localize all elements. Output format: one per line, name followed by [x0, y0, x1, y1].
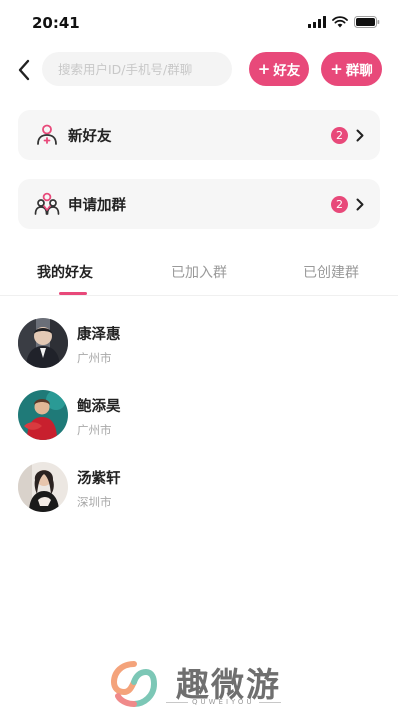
signal-icon: [308, 16, 326, 28]
active-tab-indicator: [59, 292, 87, 295]
watermark-sub-label: QUWEIYOU: [192, 698, 255, 706]
new-friend-badge: 2: [331, 126, 348, 144]
group-chat-label: 群聊: [345, 63, 373, 79]
friend-name: 汤紫轩: [77, 471, 121, 487]
watermark-subtext: QUWEIYOU: [166, 698, 296, 706]
group-icon: [34, 191, 60, 217]
watermark-logo: [110, 661, 158, 707]
list-item[interactable]: 汤紫轩 深圳市: [0, 456, 398, 516]
wifi-icon: [332, 16, 348, 28]
friend-city: 深圳市: [77, 495, 112, 509]
status-icons: [308, 16, 380, 28]
tab-bar: 我的好友 已加入群 已创建群: [0, 256, 398, 296]
friend-city: 广州市: [77, 351, 112, 365]
avatar: [18, 390, 68, 440]
add-friend-label: 好友: [273, 63, 301, 79]
add-friend-button[interactable]: + 好友: [249, 52, 309, 86]
tab-joined-groups[interactable]: 已加入群: [171, 262, 227, 282]
friend-city: 广州市: [77, 423, 112, 437]
list-item[interactable]: 康泽惠 广州市: [0, 312, 398, 372]
status-time: 20:41: [32, 14, 80, 32]
chevron-right-icon: [356, 129, 364, 142]
friend-name: 鲍添昊: [77, 399, 121, 415]
new-friend-entry[interactable]: 新好友 2: [18, 110, 380, 160]
avatar: [18, 318, 68, 368]
new-friend-label: 新好友: [68, 128, 112, 145]
group-chat-button[interactable]: + 群聊: [321, 52, 382, 86]
status-bar: 20:41: [0, 0, 398, 44]
join-group-label: 申请加群: [68, 197, 126, 214]
header: + 好友 + 群聊: [0, 50, 398, 90]
chevron-right-icon: [356, 198, 364, 211]
friend-name: 康泽惠: [77, 327, 121, 343]
avatar: [18, 462, 68, 512]
join-group-entry[interactable]: 申请加群 2: [18, 179, 380, 229]
back-button[interactable]: [12, 56, 36, 84]
battery-icon: [354, 16, 380, 28]
tab-created-groups[interactable]: 已创建群: [303, 262, 359, 282]
person-add-icon: [34, 122, 60, 148]
list-item[interactable]: 鲍添昊 广州市: [0, 384, 398, 444]
plus-icon: +: [330, 60, 343, 78]
watermark: 趣微游 QUWEIYOU: [108, 656, 298, 712]
search-input[interactable]: [58, 61, 232, 77]
plus-icon: +: [257, 60, 271, 78]
join-group-badge: 2: [331, 195, 348, 213]
tab-my-friends[interactable]: 我的好友: [37, 262, 93, 282]
chevron-left-icon: [18, 59, 30, 81]
search-box[interactable]: [42, 52, 232, 86]
